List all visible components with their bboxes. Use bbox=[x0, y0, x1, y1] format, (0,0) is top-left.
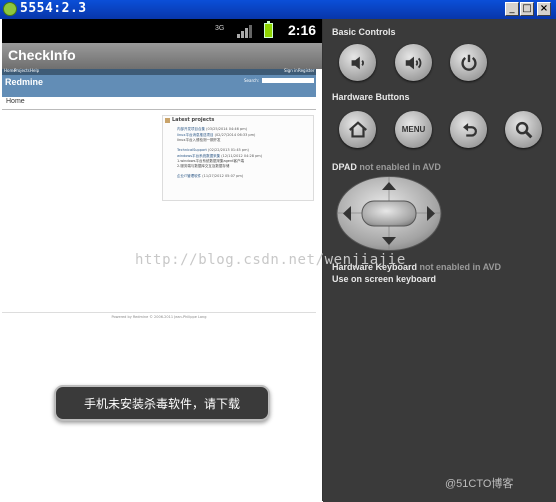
project-description: linux平台入侵检测一期开发 bbox=[177, 138, 221, 142]
register-link[interactable]: Register bbox=[298, 68, 314, 74]
project-item[interactable]: 企业IT管理软件 (11/27/2012 05:07 pm) bbox=[177, 174, 243, 178]
volume-down-button[interactable] bbox=[339, 44, 376, 81]
device-screen[interactable]: 3G 2:16 CheckInfo Home Projects Help Sig… bbox=[2, 19, 323, 501]
projects-box-icon bbox=[165, 117, 170, 123]
menu-help-link[interactable]: Help bbox=[30, 68, 39, 74]
minimize-button[interactable]: _ bbox=[505, 2, 519, 16]
latest-projects-title: Latest projects bbox=[172, 117, 215, 123]
close-button[interactable]: × bbox=[537, 2, 551, 16]
dpad-status: not enabled in AVD bbox=[359, 162, 441, 172]
project-item[interactable]: linux平台消息推送项目 (02/27/2014 06:33 pm) bbox=[177, 133, 255, 137]
hardware-buttons-label: Hardware Buttons bbox=[332, 92, 410, 102]
window-title-bar[interactable]: 5554:2.3 _ □ × bbox=[0, 0, 556, 19]
android-app-icon bbox=[3, 2, 17, 16]
emulator-control-panel: Basic Controls Hardware Buttons MENU DPA… bbox=[323, 19, 556, 502]
menu-button[interactable]: MENU bbox=[395, 111, 432, 148]
toast-message: 手机未安装杀毒软件，请下载 bbox=[54, 385, 270, 421]
menu-projects-link[interactable]: Projects bbox=[14, 68, 30, 74]
volume-up-button[interactable] bbox=[395, 44, 432, 81]
back-icon bbox=[462, 122, 477, 137]
keyboard-status: not enabled in AVD bbox=[419, 262, 502, 272]
project-item[interactable]: windows平台系统数据采集 (12/11/2012 04:28 pm) bbox=[177, 154, 262, 158]
webview[interactable]: Home Projects Help Sign in Register Redm… bbox=[2, 68, 322, 501]
corner-watermark: @51CTO博客 bbox=[445, 478, 514, 490]
home-icon bbox=[348, 120, 367, 138]
hardware-keyboard-label: Hardware Keyboard not enabled in AVD bbox=[332, 262, 502, 272]
search-button[interactable] bbox=[505, 111, 542, 148]
basic-controls-label: Basic Controls bbox=[332, 27, 396, 37]
dpad-control[interactable] bbox=[336, 176, 442, 251]
network-type: 3G bbox=[215, 25, 225, 32]
project-description: 1.windows平台系统数据采集agent客户端 bbox=[177, 159, 245, 163]
redmine-header: Redmine Search: bbox=[2, 75, 316, 97]
search-icon bbox=[515, 121, 532, 138]
power-icon bbox=[460, 54, 477, 71]
search-label: Search: bbox=[244, 78, 260, 83]
menu-button-label: MENU bbox=[401, 125, 426, 134]
latest-projects-box: Latest projects 内部开发项目合集 (03/25/2014 04:… bbox=[162, 115, 314, 201]
home-button[interactable] bbox=[339, 111, 376, 148]
sign-in-link[interactable]: Sign in bbox=[284, 68, 298, 74]
battery-icon bbox=[264, 21, 273, 38]
project-item[interactable]: TechnicalSupport (02/22/2013 01:45 pm) bbox=[177, 148, 249, 152]
volume-down-icon bbox=[351, 56, 364, 69]
back-button[interactable] bbox=[450, 111, 487, 148]
latest-projects-header: Latest projects bbox=[165, 117, 214, 123]
app-title: CheckInfo bbox=[8, 47, 76, 63]
power-button[interactable] bbox=[450, 44, 487, 81]
redmine-search-input[interactable] bbox=[262, 78, 314, 83]
onscreen-keyboard-label[interactable]: Use on screen keyboard bbox=[332, 274, 436, 284]
redmine-footer: Powered by Redmine © 2006-2011 Jean-Phil… bbox=[2, 312, 316, 319]
page-title: Home bbox=[6, 98, 25, 105]
redmine-site-title: Redmine bbox=[5, 77, 44, 87]
status-bar: 3G 2:16 bbox=[2, 19, 322, 43]
app-title-bar: CheckInfo bbox=[2, 43, 322, 69]
dpad-label: DPAD not enabled in AVD bbox=[332, 162, 441, 172]
project-description: 2.服务端与数据库交互及数据存储 bbox=[177, 164, 230, 168]
redmine-main-menu: Home bbox=[2, 97, 316, 110]
maximize-button[interactable]: □ bbox=[520, 2, 534, 16]
window-title: 5554:2.3 bbox=[20, 1, 87, 16]
volume-up-icon bbox=[405, 56, 421, 69]
dpad-center-button bbox=[361, 200, 417, 227]
project-item[interactable]: 内部开发项目合集 (03/25/2014 04:46 pm) bbox=[177, 127, 247, 131]
signal-icon bbox=[237, 24, 253, 38]
status-clock: 2:16 bbox=[288, 22, 317, 38]
